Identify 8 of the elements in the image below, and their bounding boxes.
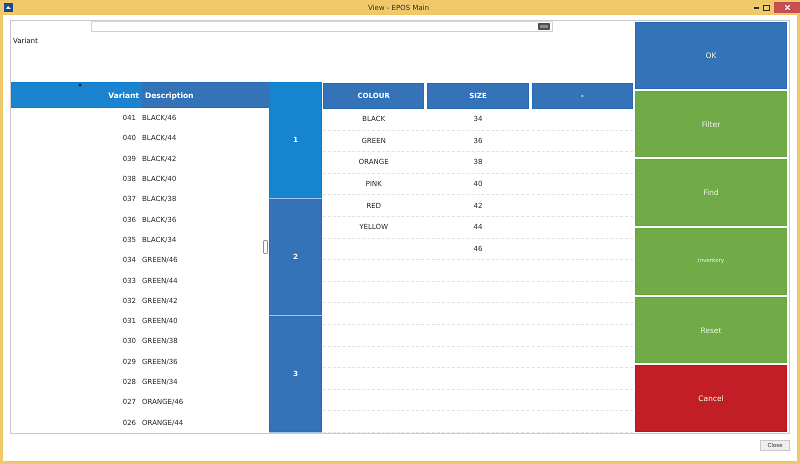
sort-arrow-icon — [78, 83, 82, 86]
maximize-icon[interactable] — [763, 4, 770, 10]
close-button[interactable] — [774, 2, 800, 13]
search-field[interactable] — [91, 21, 553, 32]
scroll-grip[interactable] — [263, 240, 268, 254]
close-icon — [784, 5, 790, 10]
minimize-icon[interactable] — [754, 6, 759, 8]
app-icon — [4, 3, 13, 12]
